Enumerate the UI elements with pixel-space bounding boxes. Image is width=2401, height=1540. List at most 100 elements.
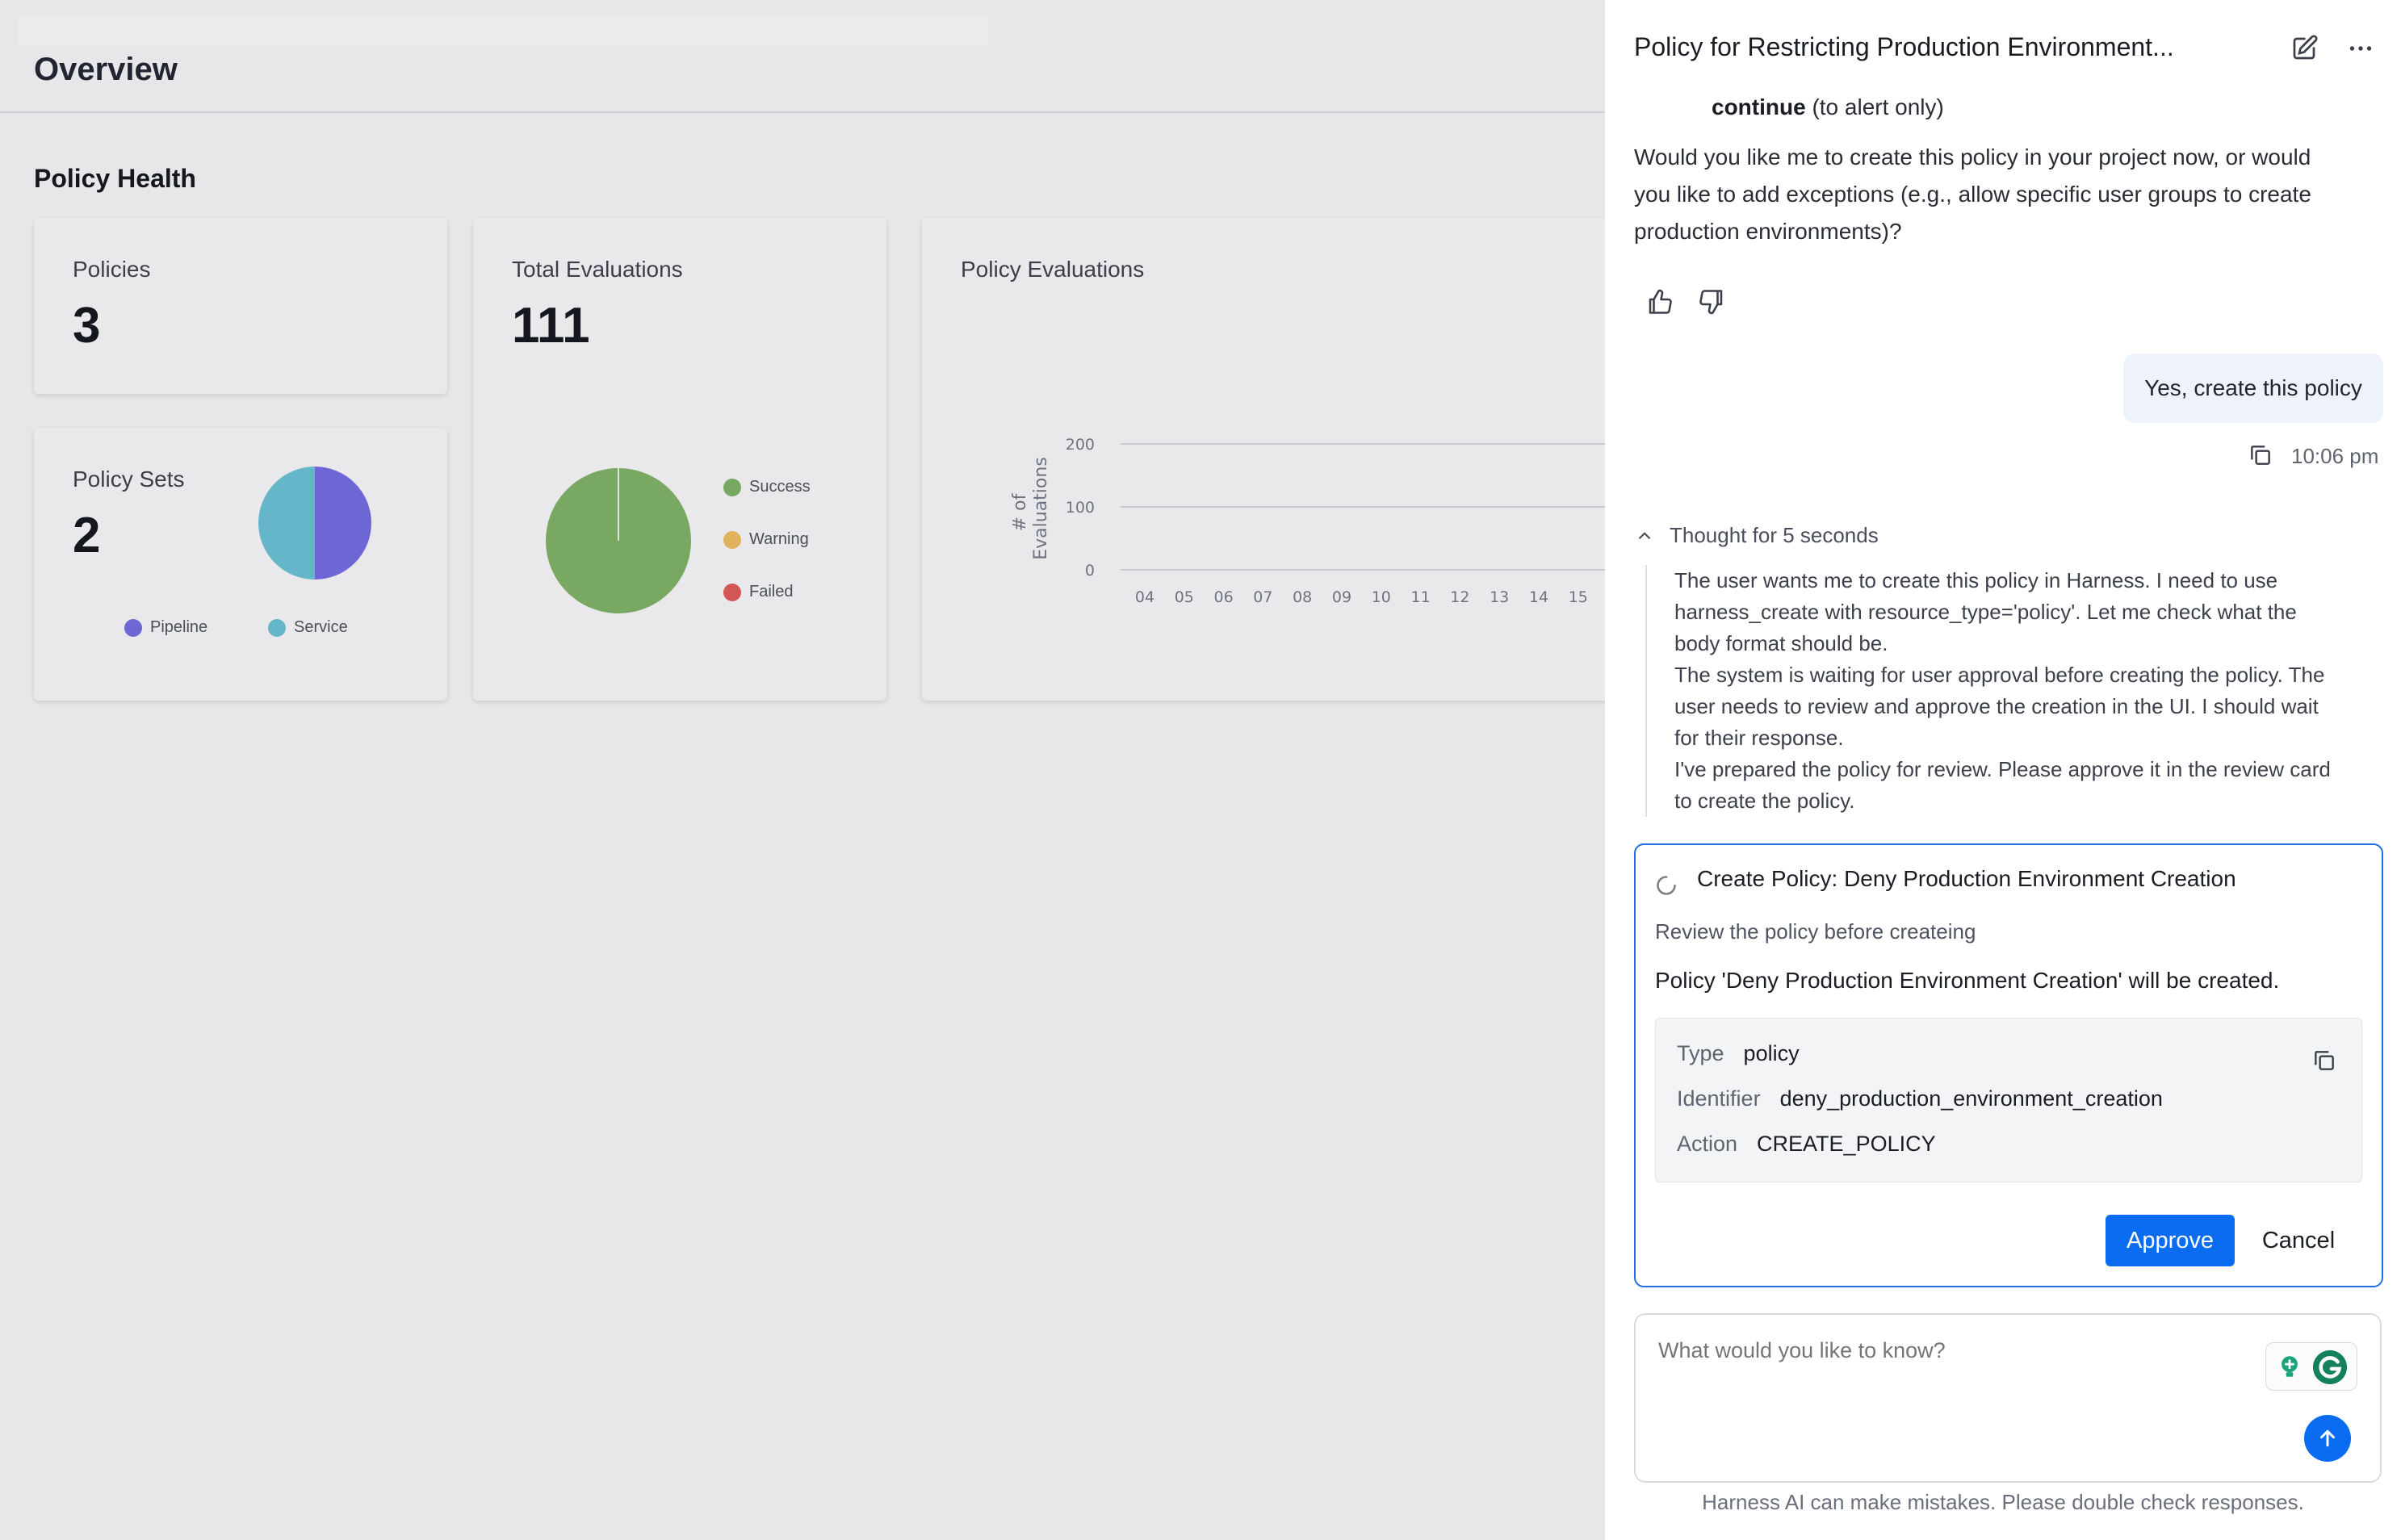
x-tick-label: 04 (1135, 588, 1154, 606)
chat-title: Policy for Restricting Production Enviro… (1634, 32, 2174, 61)
policy-sets-count: 2 (73, 508, 101, 563)
legend-label-failed: Failed (749, 583, 794, 601)
send-button[interactable] (2304, 1415, 2351, 1462)
legend-label-service: Service (294, 618, 348, 636)
chat-input[interactable] (1657, 1337, 2225, 1364)
x-tick-label: 08 (1293, 588, 1312, 606)
chat-input-box[interactable] (1634, 1313, 2382, 1483)
policies-card[interactable]: Policies 3 (34, 218, 447, 394)
thought-toggle[interactable]: Thought for 5 seconds (1634, 523, 1879, 548)
legend-warning: Warning (723, 530, 809, 549)
y-axis-label-line2: Evaluations (1031, 457, 1051, 560)
loading-spinner-icon (1657, 876, 1676, 895)
continue-option: continue (to alert only) (1712, 89, 1944, 126)
grammar-assistant-icon[interactable] (2311, 1349, 2349, 1386)
review-card-subtitle: Review the policy before createing (1655, 919, 1976, 944)
evaluations-pie-chart (546, 468, 691, 613)
x-tick-label: 07 (1253, 588, 1272, 606)
policy-details: Type policy Identifier deny_production_e… (1655, 1018, 2362, 1182)
thought-line: for their response. (1674, 726, 1844, 750)
section-title: Policy Health (34, 164, 196, 193)
policy-sets-label: Policy Sets (73, 467, 185, 492)
legend-label-success: Success (749, 478, 811, 496)
total-evaluations-card[interactable]: Total Evaluations 111 Success Warning Fa… (473, 218, 886, 701)
loading-skeleton-bar (18, 16, 988, 45)
assistant-question: Would you like me to create this policy … (1634, 139, 2385, 250)
legend-label-warning: Warning (749, 530, 809, 548)
ai-chat-panel: Policy for Restricting Production Enviro… (1605, 0, 2401, 1540)
thought-line: body format should be. (1674, 631, 1888, 655)
header-divider (0, 111, 1605, 113)
legend-pipeline: Pipeline (124, 618, 207, 637)
question-line: production environments)? (1634, 219, 1902, 244)
thought-label: Thought for 5 seconds (1670, 523, 1879, 547)
cancel-button[interactable]: Cancel (2254, 1215, 2343, 1266)
continue-note: (to alert only) (1805, 94, 1944, 119)
edit-icon[interactable] (2290, 34, 2319, 63)
pie-slice-pipeline (315, 467, 371, 580)
question-line: Would you like me to create this policy … (1634, 144, 2311, 169)
question-line: you like to add exceptions (e.g., allow … (1634, 182, 2311, 207)
x-tick-label: 05 (1175, 588, 1194, 606)
thought-line: harness_create with resource_type='polic… (1674, 600, 2297, 624)
x-axis-ticks: 0405060708091011121314151 (1135, 588, 1623, 606)
detail-value: CREATE_POLICY (1757, 1132, 1936, 1156)
thumbs-down-icon[interactable] (1697, 287, 1726, 316)
copy-details-icon[interactable] (2311, 1048, 2337, 1073)
legend-dot-service (268, 618, 286, 637)
thought-line: The system is waiting for user approval … (1674, 663, 2325, 687)
legend-dot-pipeline (124, 618, 142, 637)
legend-success: Success (723, 478, 811, 496)
y-tick-200: 200 (1066, 436, 1095, 454)
y-tick-0: 0 (1085, 562, 1095, 580)
policy-evaluations-card[interactable]: Policy Evaluations # of Evaluations 200 … (922, 218, 1632, 701)
review-card-description: Policy 'Deny Production Environment Crea… (1655, 968, 2280, 993)
review-card-title: Create Policy: Deny Production Environme… (1697, 866, 2236, 891)
x-tick-label: 10 (1372, 588, 1391, 606)
detail-key: Action (1677, 1132, 1738, 1156)
arrow-up-icon (2320, 1429, 2335, 1447)
thought-line: The user wants me to create this policy … (1674, 568, 2278, 592)
y-tick-100: 100 (1066, 499, 1095, 517)
thought-line: I've prepared the policy for review. Ple… (1674, 757, 2331, 781)
x-tick-label: 14 (1529, 588, 1548, 606)
legend-service: Service (268, 618, 348, 637)
legend-dot-warning (723, 530, 741, 549)
x-tick-label: 12 (1450, 588, 1469, 606)
total-evaluations-count: 111 (512, 298, 590, 354)
detail-key: Type (1677, 1041, 1724, 1065)
more-icon[interactable] (2346, 34, 2375, 63)
dashboard: Overview Policy Health Policies 3 Policy… (0, 0, 1632, 1540)
copy-icon[interactable] (2248, 442, 2273, 468)
lightbulb-icon[interactable] (2276, 1353, 2303, 1380)
disclaimer-text: Harness AI can make mistakes. Please dou… (1702, 1490, 2304, 1514)
thought-line: to create the policy. (1674, 789, 1855, 813)
detail-key: Identifier (1677, 1086, 1761, 1111)
approve-button[interactable]: Approve (2106, 1215, 2235, 1266)
continue-keyword: continue (1712, 94, 1806, 119)
user-message-bubble: Yes, create this policy (2123, 354, 2383, 423)
total-evaluations-label: Total Evaluations (512, 257, 683, 282)
page-title: Overview (34, 52, 178, 87)
y-axis-label-line1: # of (1010, 492, 1030, 531)
detail-action: Action CREATE_POLICY (1677, 1132, 1936, 1157)
chevron-up-icon (1638, 531, 1651, 539)
x-tick-label: 15 (1569, 588, 1588, 606)
detail-type: Type policy (1677, 1041, 1800, 1066)
thumbs-up-icon[interactable] (1645, 287, 1674, 316)
legend-dot-success (723, 478, 741, 496)
legend-label-pipeline: Pipeline (150, 618, 208, 636)
policies-count: 3 (73, 298, 101, 354)
message-timestamp: 10:06 pm (2291, 444, 2379, 468)
thought-content: The user wants me to create this policy … (1645, 565, 2401, 817)
policies-label: Policies (73, 257, 151, 282)
x-tick-label: 06 (1214, 588, 1234, 606)
legend-failed: Failed (723, 583, 793, 601)
review-card: Create Policy: Deny Production Environme… (1634, 843, 2383, 1287)
legend-dot-failed (723, 583, 741, 601)
policy-sets-pie-chart (258, 467, 371, 580)
writing-assistant-widget[interactable] (2265, 1342, 2357, 1391)
thought-line: user needs to review and approve the cre… (1674, 694, 2319, 718)
policy-sets-card[interactable]: Policy Sets 2 Pipeline Service (34, 428, 447, 701)
policy-evaluations-line-chart: # of Evaluations 200 100 0 04 05 06 07 08 09 1… (1010, 436, 1632, 606)
